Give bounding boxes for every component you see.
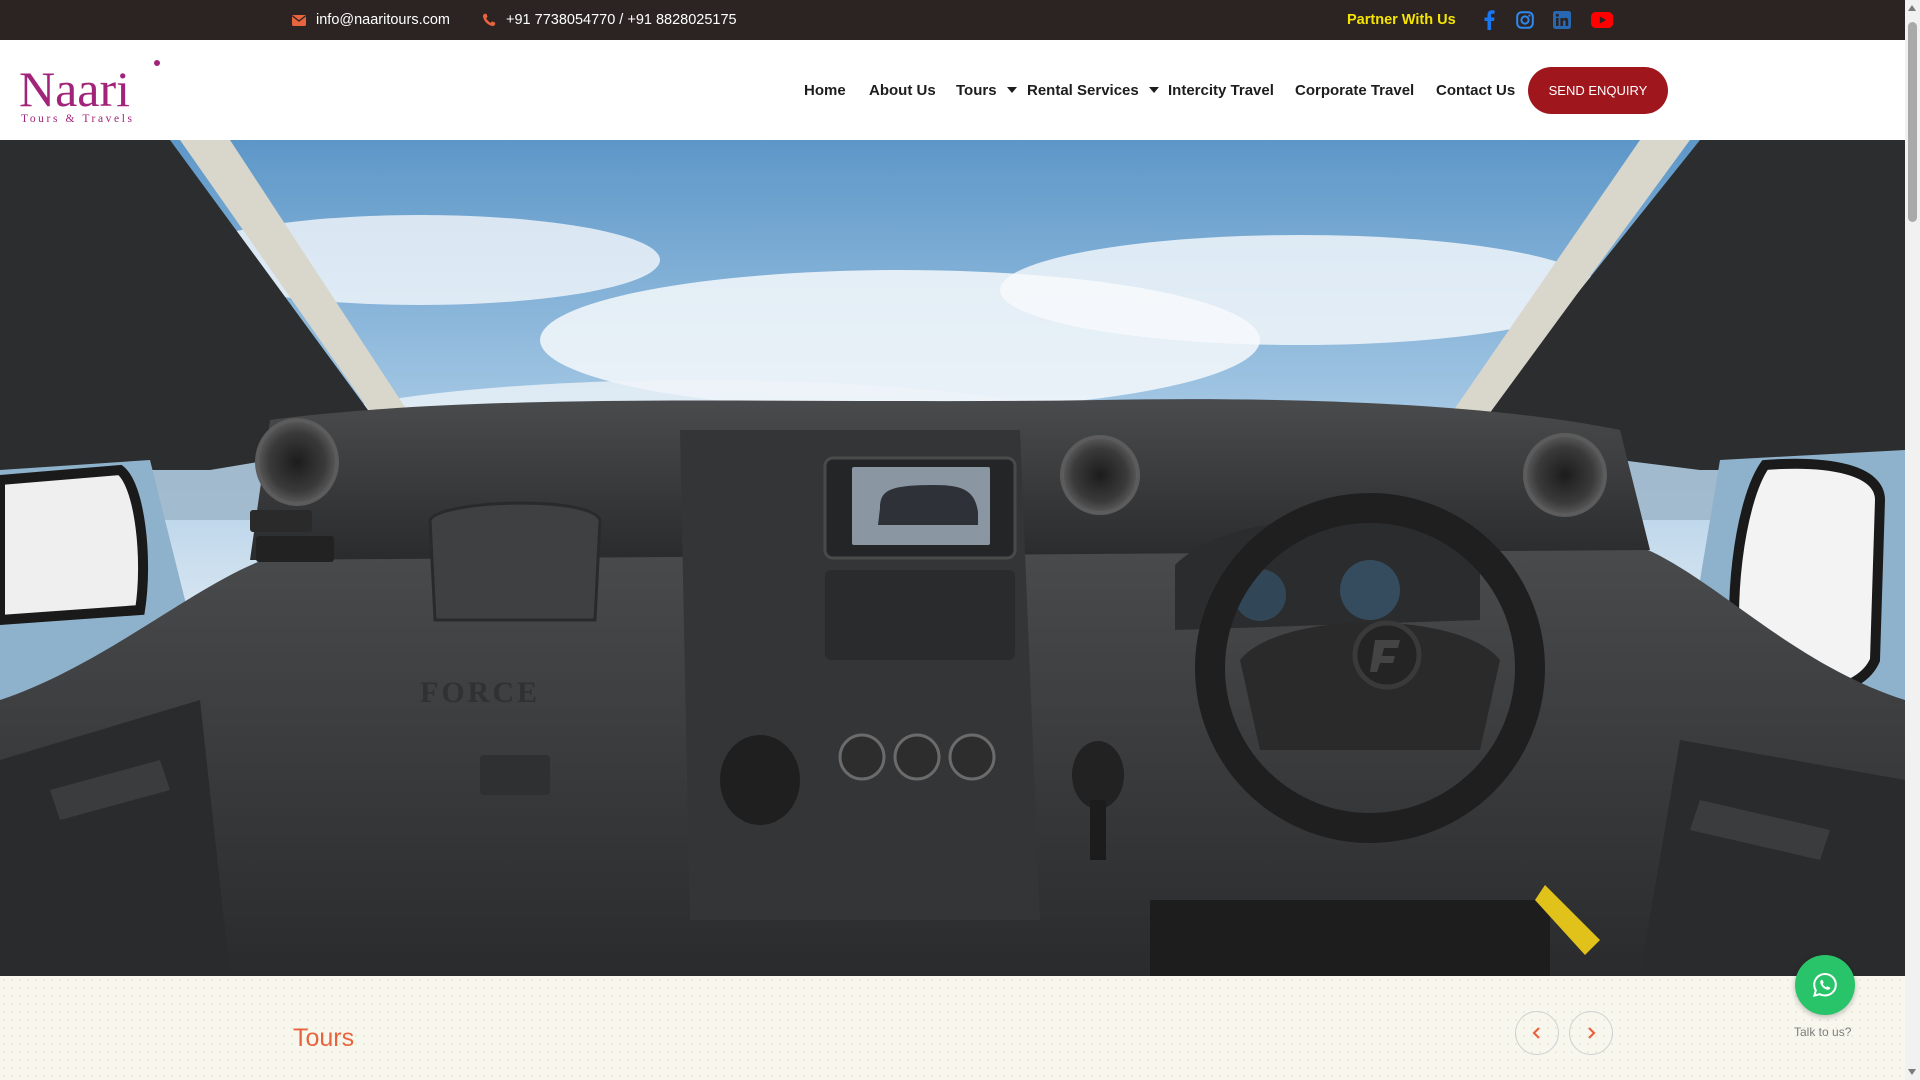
naari-logo[interactable]: Naari Tours & Travels [19,57,169,127]
tours-section [0,976,1905,1080]
chevron-down-icon [1006,87,1017,93]
scroll-down-icon[interactable] [1908,1069,1916,1075]
phone-text: +91 7738054770 / +91 8828025175 [506,12,737,28]
nav-about-us[interactable]: About Us [869,40,936,140]
send-enquiry-button[interactable]: SEND ENQUIRY [1528,67,1668,114]
nav-home[interactable]: Home [804,40,846,140]
facebook-icon[interactable] [1478,9,1500,31]
chevron-right-icon [1588,1027,1596,1039]
van-dashboard-image: FORCE [0,140,1905,976]
whatsapp-button[interactable] [1795,955,1855,1015]
nav-rental-services[interactable]: Rental Services [1027,40,1159,140]
chevron-left-icon [1532,1027,1540,1039]
phone-link[interactable]: +91 7738054770 / +91 8828025175 [482,0,737,40]
hero-banner: FORCE [0,140,1905,976]
carousel-next-button[interactable] [1569,1011,1613,1055]
partner-with-us-link[interactable]: Partner With Us [1347,0,1456,40]
nav-tours[interactable]: Tours [956,40,1017,140]
page-scrollbar[interactable] [1905,0,1920,1080]
whatsapp-label: Talk to us? [1794,1025,1852,1039]
phone-icon [482,13,496,27]
whatsapp-icon [1812,972,1837,997]
nav-intercity-travel[interactable]: Intercity Travel [1168,40,1274,140]
email-link[interactable]: info@naaritours.com [292,0,450,40]
instagram-icon[interactable] [1514,9,1536,31]
envelope-icon [292,13,306,27]
email-text: info@naaritours.com [316,12,450,28]
carousel-prev-button[interactable] [1515,1011,1559,1055]
nav-corporate-travel[interactable]: Corporate Travel [1295,40,1414,140]
chevron-down-icon [1148,87,1159,93]
logo-tagline: Tours & Travels [21,113,135,125]
top-bar: info@naaritours.com +91 7738054770 / +91… [0,0,1905,40]
nav-contact-us[interactable]: Contact Us [1436,40,1515,140]
scrollbar-thumb[interactable] [1908,22,1917,222]
linkedin-icon[interactable] [1551,9,1573,31]
logo-name: Naari [19,61,130,117]
scroll-up-icon[interactable] [1908,5,1916,11]
youtube-icon[interactable] [1591,9,1613,31]
tours-heading: Tours [293,1024,355,1052]
force-emboss-text: FORCE [420,676,540,709]
